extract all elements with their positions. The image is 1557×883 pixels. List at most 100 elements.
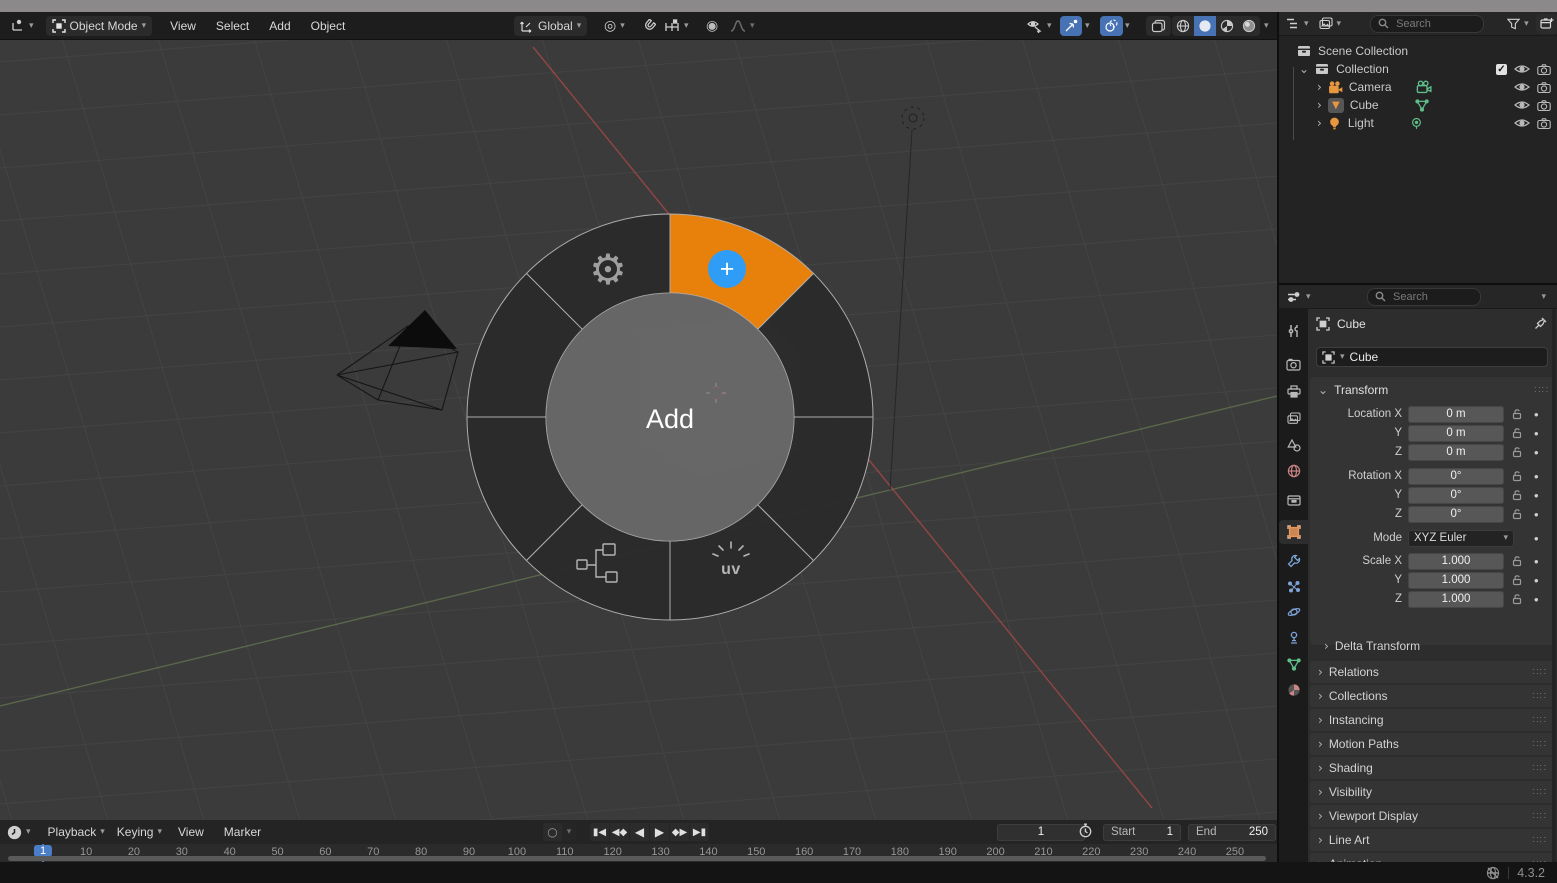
lock-icon[interactable]: [1511, 574, 1523, 589]
overlays-toggle[interactable]: [1100, 16, 1123, 36]
new-collection-button[interactable]: [1536, 14, 1557, 34]
jump-to-end-button[interactable]: ▶▮: [690, 823, 709, 841]
animate-dot-icon[interactable]: •: [1534, 445, 1539, 460]
object-name-field[interactable]: ▾ Cube: [1316, 347, 1548, 367]
tab-material[interactable]: [1279, 678, 1308, 702]
animate-dot-icon[interactable]: •: [1534, 554, 1539, 569]
collapsed-panel-instancing[interactable]: ›Instancing∷∷: [1310, 709, 1555, 731]
lock-icon[interactable]: [1511, 408, 1523, 423]
gear-icon[interactable]: ⚙: [589, 245, 627, 294]
expand-arrow-icon[interactable]: ›: [1317, 98, 1322, 112]
tab-particles[interactable]: [1279, 575, 1308, 599]
menu-object[interactable]: Object: [301, 19, 356, 33]
lock-icon[interactable]: [1511, 593, 1523, 608]
previous-keyframe-button[interactable]: ◀◆: [610, 823, 629, 841]
selectability-visibility-selector[interactable]: ▾: [1020, 16, 1058, 36]
editor-type-button[interactable]: ▾: [4, 16, 40, 36]
current-frame-field[interactable]: 1: [997, 824, 1085, 841]
panel-grip-icon[interactable]: ∷∷: [1532, 787, 1547, 798]
auto-keying-toggle[interactable]: ○: [543, 823, 562, 841]
auto-keying-dropdown[interactable]: ▾: [562, 823, 576, 841]
outliner-filter-button[interactable]: ▾: [1504, 14, 1532, 34]
jump-to-start-button[interactable]: ▮◀: [590, 823, 609, 841]
timeline-editor-type-button[interactable]: ▾: [4, 822, 34, 842]
timeline-scrollbar[interactable]: [8, 856, 1266, 861]
outliner-row-camera[interactable]: › Camera: [1279, 78, 1557, 96]
proportional-editing-toggle[interactable]: ◉: [702, 16, 722, 36]
snap-toggle[interactable]: [638, 16, 660, 36]
collapsed-panel-line-art[interactable]: ›Line Art∷∷: [1310, 829, 1555, 851]
mode-selector[interactable]: Object Mode▾: [46, 16, 153, 36]
lock-icon[interactable]: [1511, 555, 1523, 570]
use-preview-range-toggle[interactable]: [1078, 823, 1093, 841]
next-keyframe-button[interactable]: ◆▶: [670, 823, 689, 841]
value-field[interactable]: 1.000: [1408, 572, 1504, 589]
animate-dot-icon[interactable]: •: [1534, 407, 1539, 422]
animate-dot-icon[interactable]: •: [1534, 426, 1539, 441]
value-field[interactable]: 0°: [1408, 468, 1504, 485]
value-field[interactable]: 1.000: [1408, 553, 1504, 570]
shading-solid-button[interactable]: [1194, 16, 1216, 36]
animate-dot-icon[interactable]: •: [1534, 573, 1539, 588]
tab-scene[interactable]: [1279, 433, 1308, 457]
timeline-menu-playback[interactable]: Playback▾: [42, 822, 111, 842]
expand-arrow-icon[interactable]: ›: [1317, 80, 1322, 94]
start-frame-field[interactable]: Start 1: [1103, 824, 1181, 841]
disable-render-camera-icon[interactable]: [1537, 118, 1551, 129]
panel-grip-icon[interactable]: ∷∷: [1532, 691, 1547, 702]
tab-physics[interactable]: [1279, 600, 1308, 624]
panel-grip-icon[interactable]: ∷∷: [1532, 763, 1547, 774]
tab-world[interactable]: [1279, 459, 1308, 483]
value-field[interactable]: 0°: [1408, 506, 1504, 523]
animate-dot-icon[interactable]: •: [1534, 592, 1539, 607]
outliner-row-cube[interactable]: › ▼ Cube: [1279, 96, 1557, 114]
panel-grip-icon[interactable]: ∷∷: [1532, 715, 1547, 726]
lock-icon[interactable]: [1511, 427, 1523, 442]
gizmo-toggle[interactable]: [1060, 16, 1082, 36]
pin-icon[interactable]: [1534, 317, 1547, 330]
delta-transform-subpanel[interactable]: ›Delta Transform: [1324, 639, 1420, 653]
transform-panel-header[interactable]: ⌄Transform: [1318, 383, 1388, 397]
disable-render-camera-icon[interactable]: [1537, 82, 1551, 93]
camera-object[interactable]: [337, 310, 458, 410]
shading-dropdown[interactable]: ▾: [1260, 16, 1273, 36]
hide-eye-icon[interactable]: [1514, 118, 1530, 128]
panel-grip-icon[interactable]: ∷∷: [1532, 811, 1547, 822]
outliner-filter-display-selector[interactable]: ▾: [1316, 14, 1345, 34]
lock-icon[interactable]: [1511, 489, 1523, 504]
transform-orientation-selector[interactable]: Global▾: [514, 16, 587, 36]
timeline-menu-view[interactable]: View: [168, 825, 214, 839]
snap-settings-selector[interactable]: ▾: [660, 16, 693, 36]
outliner-search[interactable]: [1370, 15, 1484, 33]
timeline-menu-marker[interactable]: Marker: [214, 825, 271, 839]
tab-output[interactable]: [1279, 379, 1308, 403]
outliner-search-input[interactable]: [1394, 17, 1476, 31]
value-field[interactable]: 0°: [1408, 487, 1504, 504]
gizmo-dropdown[interactable]: ▾: [1082, 16, 1093, 36]
animate-dot-icon[interactable]: •: [1534, 469, 1539, 484]
collapse-arrow-icon[interactable]: ⌄: [1299, 62, 1309, 76]
properties-search-input[interactable]: [1391, 290, 1473, 304]
outliner-row-collection[interactable]: ⌄ Collection ✓: [1279, 60, 1557, 78]
value-field[interactable]: 0 m: [1408, 444, 1504, 461]
pivot-point-selector[interactable]: ◎▾: [598, 16, 631, 36]
collapsed-panel-motion-paths[interactable]: ›Motion Paths∷∷: [1310, 733, 1555, 755]
tab-render[interactable]: [1279, 352, 1308, 376]
panel-grip-icon[interactable]: ∷∷: [1532, 739, 1547, 750]
properties-editor-type-button[interactable]: ▾: [1284, 287, 1313, 307]
properties-scrollbar[interactable]: [1552, 309, 1556, 862]
shading-wireframe-button[interactable]: [1172, 16, 1194, 36]
collapsed-panel-viewport-display[interactable]: ›Viewport Display∷∷: [1310, 805, 1555, 827]
panel-grip-icon[interactable]: ∷∷: [1532, 835, 1547, 846]
outliner-row-scene-collection[interactable]: Scene Collection: [1279, 42, 1557, 60]
play-button[interactable]: ▶: [650, 823, 669, 841]
outliner-row-light[interactable]: › Light: [1279, 114, 1557, 132]
shading-material-button[interactable]: [1216, 16, 1238, 36]
properties-options-dropdown[interactable]: ▾: [1535, 292, 1552, 302]
collapsed-panel-visibility[interactable]: ›Visibility∷∷: [1310, 781, 1555, 803]
proportional-falloff-selector[interactable]: ▾: [726, 16, 759, 36]
properties-search[interactable]: [1367, 288, 1481, 306]
viewport-canvas[interactable]: Add ⚙ + uv: [0, 12, 1277, 820]
collection-checkbox[interactable]: ✓: [1496, 64, 1507, 75]
expand-arrow-icon[interactable]: ›: [1317, 116, 1322, 130]
